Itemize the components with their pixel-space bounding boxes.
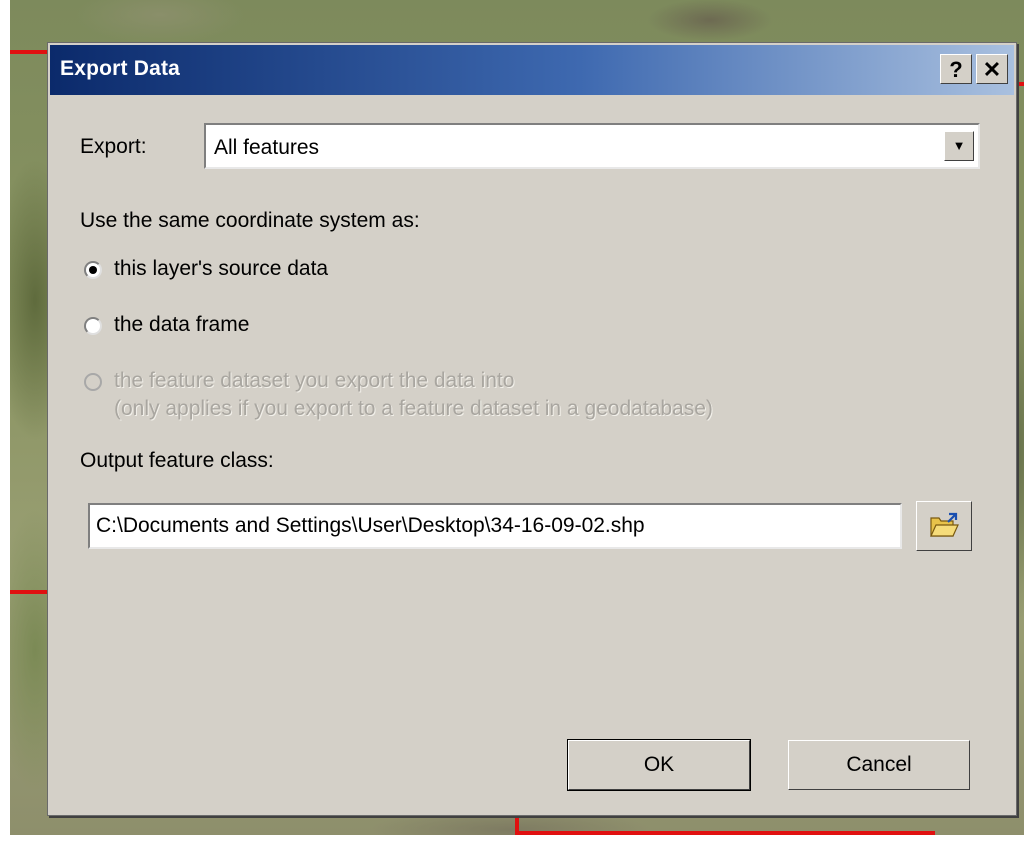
radio-label: the data frame (114, 313, 250, 336)
coordinate-system-heading: Use the same coordinate system as: (80, 209, 420, 232)
radio-sublabel: (only applies if you export to a feature… (114, 397, 713, 420)
close-button[interactable]: ✕ (976, 54, 1008, 84)
export-dropdown-value: All features (214, 136, 320, 159)
map-boundary-line (10, 590, 50, 594)
dialog-title: Export Data (60, 57, 181, 80)
dropdown-arrow-icon[interactable]: ▼ (944, 131, 974, 161)
open-folder-icon (930, 512, 959, 537)
screen-edge (0, 835, 1024, 845)
ok-button[interactable]: OK (567, 739, 751, 791)
help-button[interactable]: ? (940, 54, 972, 84)
cancel-button[interactable]: Cancel (788, 740, 970, 790)
radio-button[interactable] (84, 317, 102, 335)
browse-button[interactable] (916, 501, 972, 551)
map-boundary-line (10, 50, 50, 54)
radio-label: the feature dataset you export the data … (114, 369, 515, 392)
radio-button-disabled (84, 373, 102, 391)
radio-label: this layer's source data (114, 257, 329, 280)
radio-button-checked[interactable] (84, 261, 102, 279)
export-data-dialog: Export Data ? ✕ Export: All features ▼ U… (47, 42, 1017, 816)
export-dropdown[interactable]: All features ▼ (204, 123, 980, 169)
output-path-field[interactable]: C:\Documents and Settings\User\Desktop\3… (88, 503, 902, 549)
export-label: Export: (80, 135, 147, 158)
dialog-titlebar[interactable]: Export Data ? ✕ (50, 45, 1014, 95)
output-feature-class-label: Output feature class: (80, 449, 274, 472)
